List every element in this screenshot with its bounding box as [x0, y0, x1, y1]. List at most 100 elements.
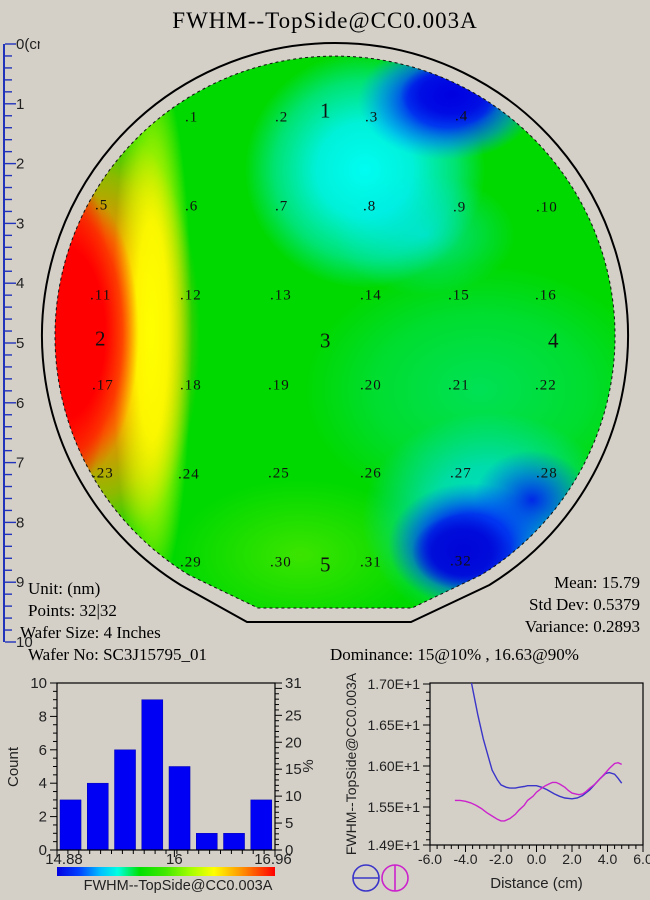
- wafer-point-label: .2: [275, 109, 289, 126]
- ruler-label: 8: [16, 514, 24, 531]
- colorbar: [57, 867, 275, 876]
- svg-text:-6.0: -6.0: [418, 851, 442, 867]
- wafer-point-label: .6: [185, 198, 199, 215]
- svg-text:2: 2: [39, 809, 47, 826]
- wafer-point-label: .14: [360, 287, 382, 304]
- points-label: Points: 32|32: [28, 601, 117, 620]
- histogram-bar: [59, 799, 82, 851]
- histogram-bars: [59, 699, 273, 851]
- wafer-point-label: .32: [450, 553, 472, 570]
- svg-text:10: 10: [285, 788, 302, 805]
- histogram-bar: [141, 699, 164, 851]
- svg-text:5: 5: [285, 815, 293, 832]
- wafer-point-label: .3: [365, 109, 379, 126]
- profile-line-horizontal-diameter-scan: [470, 683, 623, 800]
- variance-label: Variance: 0.2893: [524, 617, 640, 636]
- wafer-point-label: .1: [185, 109, 199, 126]
- ruler-label: 2: [16, 156, 24, 173]
- svg-text:6: 6: [39, 742, 47, 759]
- wafer-zone-marker: 2: [95, 326, 106, 351]
- svg-text:2.0: 2.0: [562, 851, 582, 867]
- wafer-point-label: .8: [363, 198, 377, 215]
- wafer-point-label: .4: [455, 108, 469, 125]
- wafer-point-label: .25: [268, 465, 290, 482]
- dominance-label: Dominance: 15@10% , 16.63@90%: [330, 645, 579, 664]
- wafer-point-label: .19: [268, 377, 290, 394]
- wafer-point-label: .18: [180, 377, 202, 394]
- wafer-point-label: .24: [178, 466, 200, 483]
- svg-text:1.55E+1: 1.55E+1: [367, 799, 420, 815]
- colorbar-label: FWHM--TopSide@CC0.003A: [84, 878, 273, 894]
- wafer-point-label: .23: [92, 465, 114, 482]
- wafer-size-label: Wafer Size: 4 Inches: [20, 623, 161, 642]
- svg-text:-2.0: -2.0: [489, 851, 513, 867]
- histogram-bar: [87, 782, 109, 851]
- svg-text:4: 4: [39, 775, 47, 792]
- wafer-point-label: .31: [360, 554, 382, 571]
- wafer-point-label: .27: [450, 465, 472, 482]
- histogram-bar: [223, 833, 245, 851]
- svg-text:1.49E+1: 1.49E+1: [367, 837, 420, 853]
- ruler-label: 6: [16, 395, 24, 412]
- unit-label: Unit: (nm): [28, 579, 101, 598]
- wafer-zone-marker: 1: [320, 98, 331, 123]
- wafer-point-label: .28: [536, 465, 558, 482]
- wafer-point-label: .26: [360, 465, 382, 482]
- svg-text:-4.0: -4.0: [453, 851, 477, 867]
- wafer-point-label: .11: [90, 287, 112, 304]
- profile-chart: 1.70E+11.65E+11.60E+11.55E+11.49E+1-6.0-…: [343, 672, 650, 892]
- svg-text:10: 10: [30, 675, 47, 692]
- svg-text:20: 20: [285, 734, 302, 751]
- ruler-label: 4: [16, 275, 24, 292]
- wafer-zone-marker: 3: [320, 328, 331, 353]
- ruler-label: 7: [16, 455, 24, 472]
- svg-text:1.60E+1: 1.60E+1: [367, 758, 420, 774]
- ruler-label: 0(cm): [16, 36, 40, 53]
- wafer-point-label: .20: [360, 377, 382, 394]
- svg-text:25: 25: [285, 707, 302, 724]
- svg-text:1.65E+1: 1.65E+1: [367, 717, 420, 733]
- profile-legend: [352, 864, 409, 892]
- profile-line-vertical-diameter-scan: [454, 761, 622, 822]
- svg-text:0.0: 0.0: [527, 851, 547, 867]
- wafer-point-label: .7: [275, 198, 289, 215]
- svg-text:8: 8: [39, 708, 47, 725]
- histogram-bar: [114, 749, 136, 851]
- wafer-zone-marker: 5: [320, 552, 331, 577]
- wafer-point-label: .15: [448, 287, 470, 304]
- svg-text:31: 31: [285, 675, 302, 692]
- wafer-point-label: .16: [535, 287, 557, 304]
- wafer-point-label: .13: [270, 287, 292, 304]
- ruler-label: 5: [16, 335, 24, 352]
- histogram-ylabel-count: Count: [5, 746, 22, 787]
- ruler-label: 1: [16, 96, 24, 113]
- ruler-label: 9: [16, 574, 24, 591]
- wafer-point-label: .29: [180, 554, 202, 571]
- profile-plot-box: [429, 682, 644, 846]
- wafer-point-label: .10: [536, 199, 558, 216]
- wafer-zone-marker: 4: [548, 328, 559, 353]
- histogram-axes-ticks: [50, 682, 282, 857]
- histogram-ylabel-percent: %: [300, 759, 317, 772]
- wafer-point-label: .12: [180, 287, 202, 304]
- mean-label: Mean: 15.79: [554, 573, 640, 592]
- wafer-point-label: .5: [95, 197, 109, 214]
- wafer-point-label: .9: [453, 199, 467, 216]
- histogram-bar: [168, 766, 191, 851]
- wafer-point-label: .17: [92, 377, 114, 394]
- wafer-no-label: Wafer No: SC3J15795_01: [28, 645, 208, 664]
- profile-ylabel: FWHM--TopSide@CC0.003A: [343, 672, 359, 855]
- profile-axis-labels: 1.70E+11.65E+11.60E+11.55E+11.49E+1-6.0-…: [343, 672, 650, 892]
- profile-xlabel: Distance (cm): [490, 875, 583, 892]
- wafer-point-label: .22: [535, 377, 557, 394]
- svg-text:16: 16: [166, 851, 183, 868]
- svg-text:6.0: 6.0: [633, 851, 650, 867]
- svg-text:16.96: 16.96: [254, 851, 292, 868]
- svg-text:4.0: 4.0: [598, 851, 618, 867]
- histogram-chart: 024681005101520253114.88 16 16.96Count %FWH…: [5, 675, 317, 894]
- svg-text:1.70E+1: 1.70E+1: [367, 676, 420, 692]
- wafer-point-label: .30: [270, 554, 292, 571]
- std-dev-label: Std Dev: 0.5379: [529, 595, 640, 614]
- ruler: 0(cm)12345678910: [3, 36, 40, 651]
- wafer-point-label: .21: [448, 377, 470, 394]
